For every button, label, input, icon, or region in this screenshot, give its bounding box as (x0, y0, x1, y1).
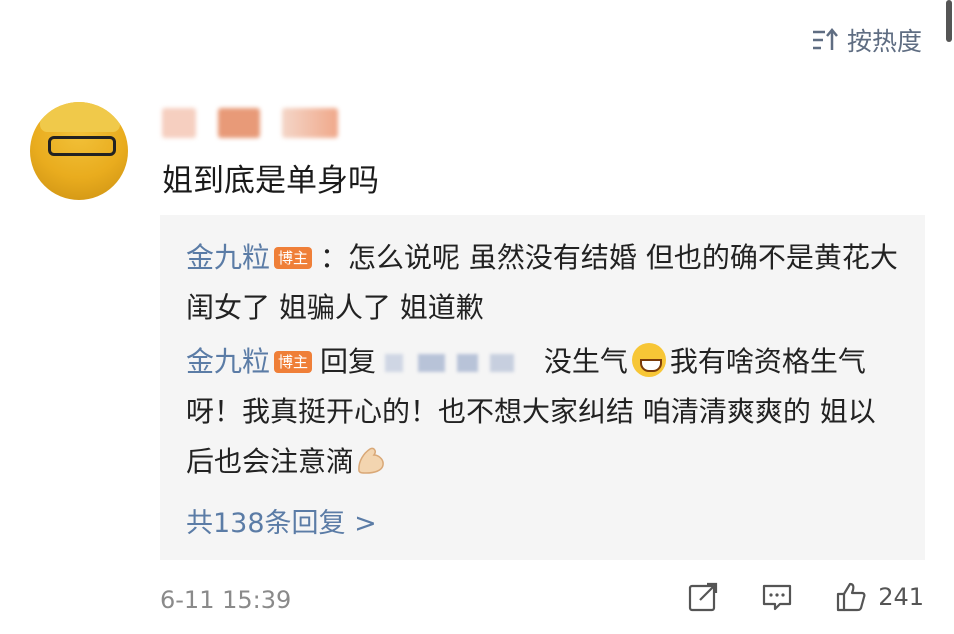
sort-button[interactable]: 按热度 (811, 22, 922, 58)
reply-item[interactable]: 金九粒 博主 回复 没生气 我有啥资格生气呀！我真挺开心的！也不想大家纠结 咱清清爽爽… (186, 337, 901, 487)
reply-item[interactable]: 金九粒 博主 ：怎么说呢 虽然没有结婚 但也的确不是黄花大闺女了 姐骗人了 姐道歉 (186, 233, 901, 333)
reply-author[interactable]: 金九粒 (186, 345, 270, 378)
reply-target-blurred[interactable] (384, 354, 535, 372)
author-badge: 博主 (274, 351, 313, 373)
avatar-glasses (48, 136, 116, 156)
like-button[interactable]: 241 (834, 580, 924, 614)
comment-text: 姐到底是单身吗 (162, 163, 379, 199)
avatar-hat (40, 102, 120, 132)
username-blur-block (282, 108, 338, 138)
reply-author[interactable]: 金九粒 (186, 241, 270, 274)
scrollbar[interactable] (946, 0, 952, 42)
username-blur-block (162, 108, 196, 138)
replies-box[interactable]: 金九粒 博主 ：怎么说呢 虽然没有结婚 但也的确不是黄花大闺女了 姐骗人了 姐道歉 … (160, 215, 925, 560)
more-replies-link[interactable]: 共138条回复 > (186, 501, 377, 540)
flexed-biceps-emoji-icon (358, 447, 384, 474)
reply-text: 没生气 (543, 345, 628, 378)
laughing-emoji-icon (631, 343, 666, 377)
username-blur-block (218, 108, 260, 138)
comment-icon[interactable] (760, 580, 794, 614)
sort-icon (812, 28, 838, 50)
thumbs-up-icon (837, 582, 866, 612)
like-count: 241 (878, 583, 924, 611)
username-blurred[interactable] (162, 108, 338, 138)
sort-label: 按热度 (846, 27, 922, 56)
avatar[interactable] (30, 102, 128, 200)
share-icon[interactable] (686, 580, 720, 614)
reply-prefix: 回复 (320, 345, 377, 378)
comment-actions: 241 (686, 580, 924, 614)
author-badge: 博主 (274, 247, 313, 269)
comment-timestamp: 6-11 15:39 (160, 586, 292, 614)
